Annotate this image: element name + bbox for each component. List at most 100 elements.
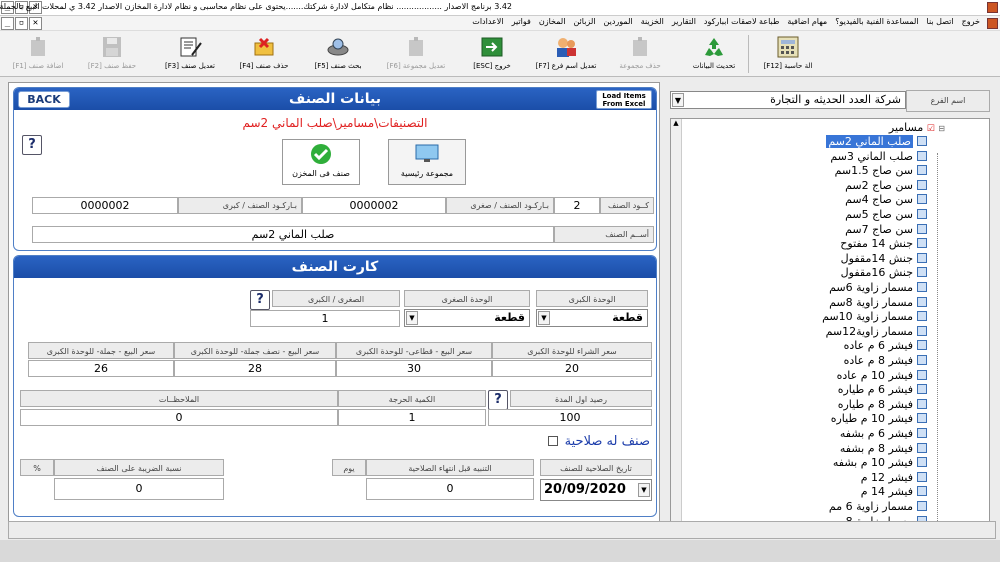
tree-node[interactable]: فيشر 8 م عاده (844, 354, 927, 368)
branch-dropdown-icon[interactable]: ▼ (672, 93, 684, 107)
collapse-icon[interactable]: ⊟ (938, 124, 945, 133)
small-unit-dropdown-icon[interactable]: ▼ (406, 311, 418, 325)
code-field[interactable]: 2 (554, 197, 600, 214)
price-value-field[interactable]: 20 (492, 360, 652, 377)
expiry-checkbox[interactable] (547, 436, 558, 446)
ratio-help-button[interactable]: ? (250, 290, 270, 310)
item-name-field[interactable]: صلب الماني 2سم (32, 226, 554, 243)
tree-node[interactable]: فيشر 10 م عاده (837, 369, 927, 383)
menu-item[interactable]: التقارير (672, 17, 696, 26)
tree-node[interactable]: فيشر 6 م عاده (844, 339, 927, 353)
date-dropdown-icon[interactable]: ▼ (638, 483, 650, 497)
menu-item[interactable]: فواتير (512, 17, 531, 26)
price-value-field[interactable]: 30 (336, 360, 492, 377)
calculator-button[interactable]: الة حاسبة [F12] (752, 33, 824, 75)
expiry-checkbox-label: صنف له صلاحية (564, 434, 650, 449)
tree-node[interactable]: سن صاج 2سم (845, 179, 927, 193)
tree-node[interactable]: فيشر 6 م بشفه (840, 427, 927, 441)
menu-item[interactable]: الخزينة (641, 17, 664, 26)
add-item-button[interactable]: اضافة صنف [F1] (2, 33, 74, 75)
menu-item[interactable]: الاعدادات (472, 17, 503, 26)
category-tree[interactable]: ▲ ⊟ ☑ مسامير صلب الماني 2سم صلب الماني 3س… (670, 118, 990, 522)
tax-field[interactable]: 0 (54, 478, 224, 500)
tree-node-label: جنش 16مقفول (840, 266, 913, 280)
tree-root[interactable]: ⊟ ☑ مسامير (889, 121, 945, 134)
tree-node[interactable]: فيشر 10 م بشفه (833, 456, 927, 470)
load-excel-button[interactable]: Load Items From Excel (596, 90, 652, 109)
tree-node[interactable]: صلب الماني 2سم (826, 135, 927, 149)
price-value-field[interactable]: 28 (174, 360, 336, 377)
back-button[interactable]: BACK (18, 91, 70, 108)
menu-item[interactable]: المساعدة الفنية بالفيديو؟ (835, 17, 918, 26)
menu-item[interactable]: مهام اضافية (787, 17, 827, 26)
opening-help-button[interactable]: ? (488, 390, 508, 410)
barcode-big-field[interactable]: 0000002 (32, 197, 178, 214)
mdi-minimize-button[interactable]: _ (1, 17, 14, 30)
edit-group-button[interactable]: تعديل مجموعة [F6] (380, 33, 452, 75)
tree-node[interactable]: جنش 16مقفول (841, 266, 927, 280)
small-unit-select[interactable]: قطعة ▼ (404, 309, 530, 327)
tree-node[interactable]: مسمار زاوية12سم (826, 325, 927, 339)
edit-item-button[interactable]: تعديل صنف [F3] (154, 33, 226, 75)
menu-item[interactable]: اتصل بنا (927, 17, 954, 26)
tree-node[interactable]: مسمار زاوية 8سم (829, 296, 927, 310)
folder-icon (917, 267, 927, 278)
tree-node[interactable]: مسمار زاوية 6 مم (829, 500, 927, 514)
expiry-checkbox-row[interactable]: صنف له صلاحية (547, 434, 650, 449)
tree-node[interactable]: فيشر 6 م طياره (838, 383, 927, 397)
tree-node[interactable]: مسمار زاوية 6سم (829, 281, 927, 295)
menu-item[interactable]: خروج (962, 17, 980, 26)
tree-node[interactable]: سن صاج 7سم (845, 223, 927, 237)
expiry-alert-field[interactable]: 0 (366, 478, 534, 500)
tree-node[interactable]: فيشر 12 م (861, 471, 927, 485)
tree-node[interactable]: فيشر 10 م طياره (831, 412, 927, 426)
tree-node[interactable]: جنش 14 مفتوح (840, 237, 927, 251)
menu-item[interactable]: الموردين (604, 17, 633, 26)
save-item-button[interactable]: حفظ صنف [F2] (76, 33, 148, 75)
menu-item[interactable]: طباعة لاصقات ابباركود (704, 17, 779, 26)
tree-node[interactable]: صلب الماني 3سم (830, 150, 927, 164)
menu-bar: _ ▫ ✕ الاعدادات فواتير المخازن الزبائن المور… (0, 16, 1000, 31)
delete-item-button[interactable]: حذف صنف [F4] (228, 33, 300, 75)
big-unit-select[interactable]: قطعة ▼ (536, 309, 648, 327)
critical-qty-field[interactable]: 1 (338, 409, 486, 426)
tax-unit-label: % (20, 459, 54, 476)
refresh-button[interactable]: تحديث البيانات (678, 33, 750, 75)
tree-node-label: مسمار زاوية12سم (825, 324, 913, 338)
barcode-small-field[interactable]: 0000002 (302, 197, 446, 214)
expiry-date-picker[interactable]: 20/09/2020 ▼ (540, 479, 652, 501)
exit-button[interactable]: خروج [ESC] (456, 33, 528, 75)
branch-select[interactable]: شركة العدد الحديثه و التجارة ▼ (670, 91, 906, 109)
tree-connector-line (937, 153, 938, 521)
tree-node-label: مسمار زاوية 10سم (822, 310, 913, 324)
tree-scrollbar[interactable]: ▲ (671, 119, 682, 521)
search-item-button[interactable]: بحث صنف [F5] (302, 33, 374, 75)
menu-item[interactable]: المخازن (539, 17, 566, 26)
stock-item-button[interactable]: صنف فى المخزن (282, 139, 360, 185)
help-button[interactable]: ? (22, 135, 42, 155)
tree-node[interactable]: جنش 14مقفول (841, 252, 927, 266)
tree-node[interactable]: سن صاج 5سم (845, 208, 927, 222)
tree-node-label: فيشر 8 م طياره (837, 397, 913, 411)
rename-branch-button[interactable]: تعديل اسم فرع [F7] (530, 33, 602, 75)
tree-node[interactable]: فيشر 14 م (861, 485, 927, 499)
tree-node[interactable]: سن صاج 4سم (845, 193, 927, 207)
ratio-field[interactable]: 1 (250, 310, 400, 327)
scroll-up-icon[interactable]: ▲ (671, 119, 681, 127)
menu-item[interactable]: الزبائن (573, 17, 595, 26)
main-group-button[interactable]: مجموعة رئيسية (388, 139, 466, 185)
price-col-header: سعر البيع - قطاعى- للوحدة الكبرى (336, 342, 492, 359)
expiry-date-label: تاريخ الصلاحية للصنف (540, 459, 652, 476)
tree-node[interactable]: مسمار زاوية 10سم (822, 310, 927, 324)
mdi-close-button[interactable]: ✕ (29, 17, 42, 30)
tree-node[interactable]: فيشر 8 م طياره (838, 398, 927, 412)
opening-balance-field[interactable]: 100 (488, 409, 652, 426)
notes-field[interactable]: 0 (20, 409, 338, 426)
price-value-field[interactable]: 26 (28, 360, 174, 377)
delete-group-button[interactable]: حذف مجموعة (604, 33, 676, 75)
tree-node[interactable]: سن صاج 1.5سم (835, 164, 927, 178)
big-unit-dropdown-icon[interactable]: ▼ (538, 311, 550, 325)
tree-node[interactable]: فيشر 8 م بشفه (840, 442, 927, 456)
tree-node-label: فيشر 8 م عاده (843, 354, 913, 367)
mdi-restore-button[interactable]: ▫ (15, 17, 28, 30)
